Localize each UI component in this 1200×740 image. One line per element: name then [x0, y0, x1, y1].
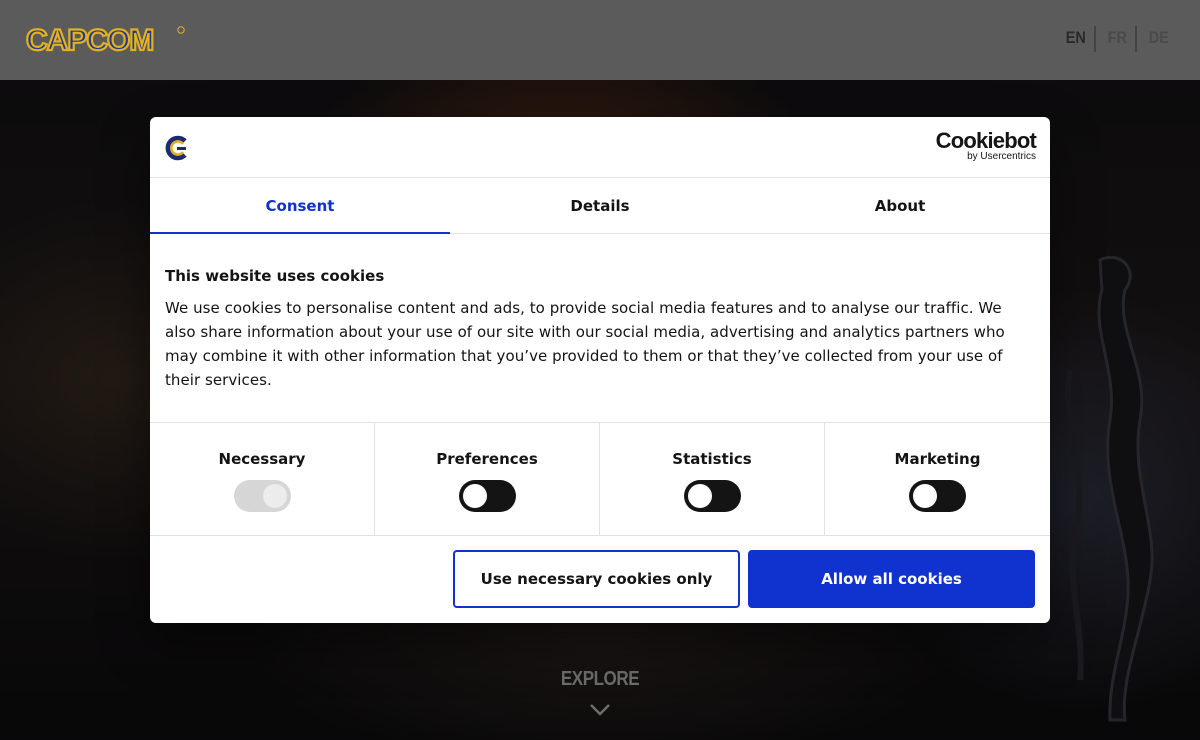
cookie-consent-dialog: Cookiebot by Usercentrics Consent Detail…	[150, 117, 1050, 623]
category-label: Marketing	[894, 450, 981, 468]
capcom-c-logo-icon	[165, 135, 187, 161]
cookiebot-name: Cookiebot	[935, 128, 1037, 153]
lang-fr[interactable]: FR	[1106, 26, 1129, 50]
statistics-toggle[interactable]	[684, 480, 741, 512]
category-necessary: Necessary	[150, 423, 375, 535]
toggle-knob	[688, 484, 712, 508]
toggle-knob	[913, 484, 937, 508]
marketing-toggle[interactable]	[909, 480, 966, 512]
lang-de-label: DE	[1148, 28, 1169, 47]
tab-consent[interactable]: Consent	[150, 178, 450, 234]
lang-divider	[1135, 26, 1137, 52]
category-marketing: Marketing	[825, 423, 1050, 535]
lang-divider	[1094, 26, 1096, 52]
tab-about[interactable]: About	[750, 178, 1050, 233]
cookiebot-logo[interactable]: Cookiebot by Usercentrics	[932, 128, 1037, 165]
allow-all-cookies-button[interactable]: Allow all cookies	[748, 550, 1035, 608]
tab-details[interactable]: Details	[450, 178, 750, 233]
capcom-logo[interactable]: CAPCOM	[24, 20, 194, 60]
chevron-down-icon[interactable]	[588, 702, 612, 718]
preferences-toggle[interactable]	[459, 480, 516, 512]
necessary-toggle	[234, 480, 291, 512]
cookie-categories: Necessary Preferences Statistics Marketi…	[150, 422, 1050, 536]
cookiebot-byline: by Usercentrics	[967, 151, 1036, 162]
lang-en-label: EN	[1065, 28, 1086, 47]
lang-en[interactable]: EN	[1064, 26, 1088, 50]
category-statistics: Statistics	[600, 423, 825, 535]
category-preferences: Preferences	[375, 423, 600, 535]
lang-fr-label: FR	[1107, 28, 1127, 47]
toggle-knob	[263, 484, 287, 508]
toggle-knob	[463, 484, 487, 508]
svg-text:CAPCOM: CAPCOM	[26, 24, 153, 57]
dialog-header: Cookiebot by Usercentrics	[150, 117, 1050, 178]
dialog-tabs: Consent Details About	[150, 178, 1050, 234]
use-necessary-cookies-button[interactable]: Use necessary cookies only	[453, 550, 740, 608]
explore-label[interactable]: EXPLORE	[90, 668, 1110, 691]
dialog-title: This website uses cookies	[165, 267, 385, 285]
lang-de[interactable]: DE	[1147, 26, 1171, 50]
dialog-description: We use cookies to personalise content an…	[165, 299, 1005, 389]
category-label: Preferences	[436, 450, 538, 468]
site-header: CAPCOM EN FR DE	[0, 0, 1200, 80]
category-label: Statistics	[672, 450, 752, 468]
category-label: Necessary	[218, 450, 306, 468]
